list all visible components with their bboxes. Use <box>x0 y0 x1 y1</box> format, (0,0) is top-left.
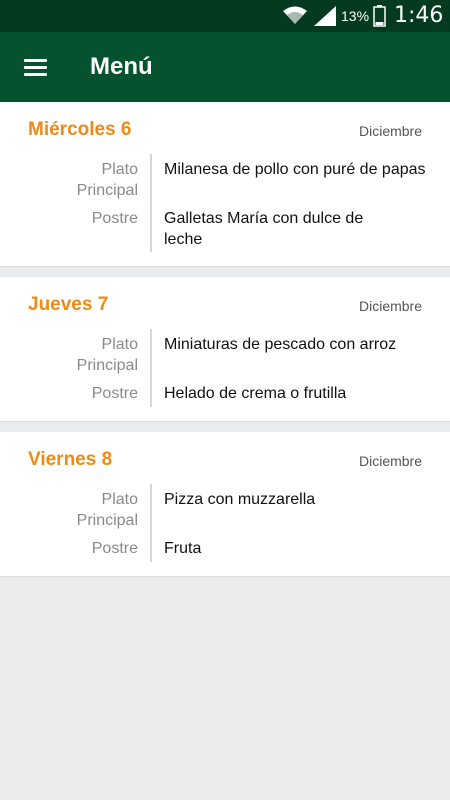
main-dish-label: Plato Principal <box>76 491 138 529</box>
dessert-label: Postre <box>91 540 138 557</box>
main-dish-value: Miniaturas de pescado con arroz <box>164 336 397 353</box>
signal-icon <box>314 6 336 26</box>
day-card: Jueves 7 Diciembre Plato Principal Minia… <box>0 277 450 422</box>
divider <box>150 484 152 562</box>
main-dish-label: Plato Principal <box>76 336 138 374</box>
day-title: Jueves 7 <box>28 294 109 315</box>
status-bar: 13% 1:46 <box>0 0 450 32</box>
month-label: Diciembre <box>358 298 422 314</box>
dessert-value: Galletas María con dulce de leche <box>164 210 364 248</box>
dessert-value: Fruta <box>164 540 202 557</box>
day-card: Viernes 8 Diciembre Plato Principal Pizz… <box>0 432 450 577</box>
hamburger-menu-icon[interactable] <box>14 50 56 84</box>
battery-percentage: 13% <box>341 8 370 24</box>
main-dish-label: Plato Principal <box>76 161 138 199</box>
dessert-label: Postre <box>91 210 138 227</box>
page-title: Menú <box>90 53 153 80</box>
wifi-icon <box>283 6 307 24</box>
month-label: Diciembre <box>358 123 422 139</box>
dessert-value: Helado de crema o frutilla <box>164 385 347 402</box>
main-dish-value: Milanesa de pollo con puré de papas <box>164 161 426 178</box>
day-card: Miércoles 6 Diciembre Plato Principal Mi… <box>0 102 450 267</box>
divider <box>150 154 152 252</box>
month-label: Diciembre <box>358 453 422 469</box>
dessert-label: Postre <box>91 385 138 402</box>
day-title: Viernes 8 <box>28 449 113 470</box>
battery-icon <box>373 5 386 27</box>
divider <box>150 329 152 407</box>
main-dish-value: Pizza con muzzarella <box>164 491 316 508</box>
app-bar: Menú <box>0 32 450 102</box>
day-title: Miércoles 6 <box>28 119 132 140</box>
clock: 1:46 <box>394 3 444 28</box>
